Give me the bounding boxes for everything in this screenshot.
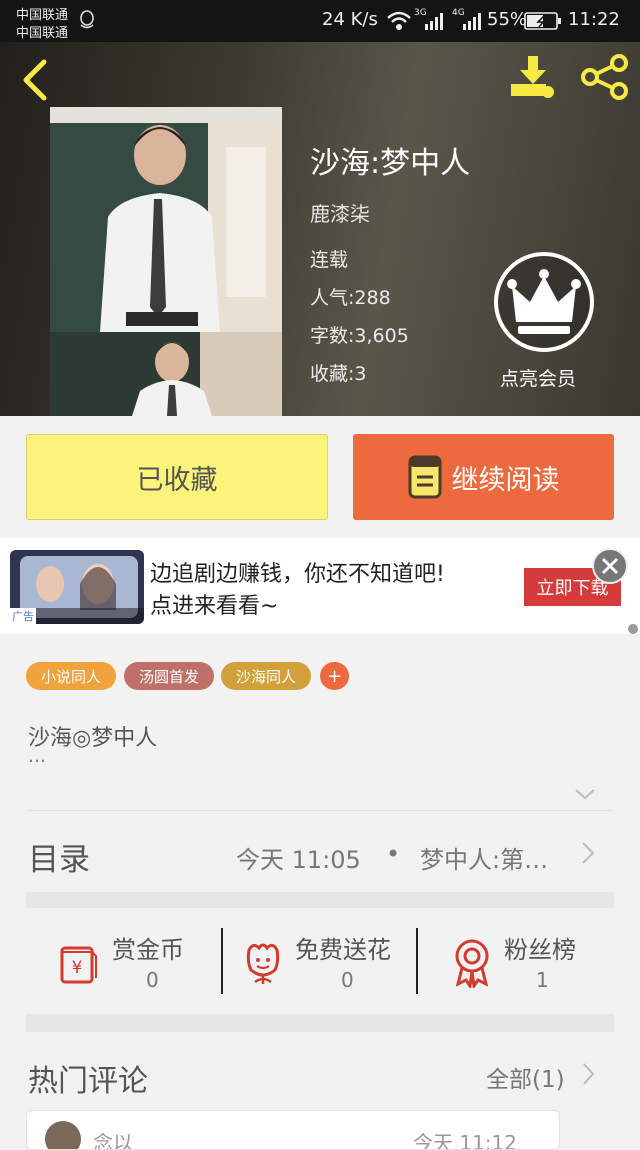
book-icon (408, 455, 441, 499)
carrier-2: 中国联通 (16, 26, 69, 41)
toc-latest-chapter: 梦中人:第… (420, 846, 549, 874)
book-favorites: 收藏:3 (310, 359, 367, 386)
cover-image (50, 107, 282, 416)
red-envelope-icon: ¥ (60, 946, 97, 984)
all-comments-label: 全部(1) (486, 1067, 565, 1093)
favorited-label: 已收藏 (136, 464, 218, 496)
popularity-label: 人气: (310, 287, 355, 309)
download-button[interactable] (508, 54, 558, 100)
toc-row[interactable]: 目录 今天 11:05 • 梦中人:第… (0, 812, 640, 890)
ad-subline: 点进来看看~ (150, 594, 279, 619)
send-flower-button[interactable]: 免费送花 0 (223, 912, 419, 1012)
book-popularity: 人气:288 (310, 283, 391, 310)
book-cover[interactable] (50, 107, 282, 416)
ad-banner[interactable]: 广告 边追剧边赚钱，你还不知道吧! 点进来看看~ 立即下载 (0, 538, 640, 634)
qq-icon (78, 10, 96, 30)
send-flower-label: 免费送花 (295, 936, 391, 964)
popularity-value: 288 (354, 287, 391, 309)
description-ellipsis: … (28, 746, 46, 767)
clock: 11:22 (568, 9, 620, 30)
comment-time: 今天 11:12 (413, 1131, 517, 1150)
net-speed: 24 K/s (322, 9, 378, 30)
book-words: 字数:3,605 (310, 321, 409, 348)
back-arrow-icon (23, 59, 47, 101)
fan-ranking-button[interactable]: 粉丝榜 1 (418, 912, 614, 1012)
book-author[interactable]: 鹿漆柒 (310, 198, 370, 227)
reward-coin-label: 赏金币 (112, 936, 184, 964)
share-button[interactable] (580, 54, 630, 100)
favorites-value: 3 (354, 363, 367, 385)
close-icon (601, 557, 619, 575)
ribbon-medal-icon (455, 939, 489, 988)
chevron-right-icon (582, 842, 595, 864)
download-icon (511, 56, 554, 98)
comment-card[interactable]: 念以 今天 11:12 (26, 1110, 560, 1150)
toc-dot: • (386, 840, 401, 868)
reward-coin-value: 0 (146, 968, 159, 992)
ad-close-button[interactable] (592, 548, 628, 584)
status-bar: 中国联通 中国联通 24 K/s 3G 4G 55% 11:22 (0, 0, 640, 42)
section-separator (26, 1014, 614, 1032)
tag-item[interactable]: 沙海同人 (221, 662, 311, 690)
share-icon (581, 54, 628, 100)
svg-text:¥: ¥ (72, 958, 83, 978)
hot-comments-title: 热门评论 (28, 1064, 148, 1099)
ad-badge: 广告 (10, 608, 36, 624)
expand-description-button[interactable] (574, 786, 596, 800)
battery-icon (524, 12, 562, 30)
tag-label: 沙海同人 (235, 667, 296, 686)
all-comments-link[interactable]: 全部(1) (486, 1060, 600, 1093)
vip-button[interactable]: 点亮会员 (492, 252, 596, 392)
add-tag-button[interactable]: + (320, 662, 349, 690)
ad-info-icon (628, 624, 638, 634)
favorites-label: 收藏: (310, 363, 355, 385)
tag-label: 小说同人 (40, 667, 101, 686)
reward-coin-button[interactable]: ¥ 赏金币 0 (26, 912, 222, 1012)
words-value: 3,605 (354, 325, 409, 347)
fan-ranking-value: 1 (536, 968, 549, 992)
favorited-button[interactable]: 已收藏 (26, 434, 328, 520)
book-header: 沙海:梦中人 鹿漆柒 连载 人气:288 字数:3,605 收藏:3 点亮会员 (0, 42, 640, 416)
send-flower-value: 0 (341, 968, 354, 992)
add-tag-label: + (326, 665, 343, 687)
toc-label: 目录 (28, 842, 90, 878)
signal-icon-2 (462, 12, 484, 30)
vip-label: 点亮会员 (500, 368, 577, 390)
book-description: 沙海◎梦中人 (28, 726, 158, 751)
fan-ranking-label: 粉丝榜 (504, 936, 576, 964)
chevron-down-icon (575, 789, 595, 800)
continue-reading-button[interactable]: 继续阅读 (353, 434, 614, 520)
flower-icon (246, 943, 280, 984)
toc-update-time: 今天 11:05 (236, 846, 361, 874)
tag-item[interactable]: 汤圆首发 (124, 662, 214, 690)
comment-author: 念以 (93, 1131, 133, 1150)
back-button[interactable] (18, 58, 54, 102)
book-status: 连载 (310, 249, 349, 271)
battery-percent: 55% (487, 9, 528, 30)
signal-icon-1 (424, 12, 446, 30)
book-title: 沙海:梦中人 (310, 146, 471, 181)
avatar (45, 1121, 81, 1149)
words-label: 字数: (310, 325, 355, 347)
ad-headline: 边追剧边赚钱，你还不知道吧! (150, 562, 445, 587)
tag-item[interactable]: 小说同人 (26, 662, 116, 690)
carrier-1: 中国联通 (16, 8, 69, 23)
continue-label: 继续阅读 (451, 464, 560, 496)
section-separator (26, 892, 614, 908)
wifi-icon (386, 10, 412, 32)
divider (26, 810, 614, 811)
chevron-right-icon (583, 1063, 595, 1085)
crown-icon (494, 252, 594, 352)
tag-label: 汤圆首发 (138, 667, 199, 686)
